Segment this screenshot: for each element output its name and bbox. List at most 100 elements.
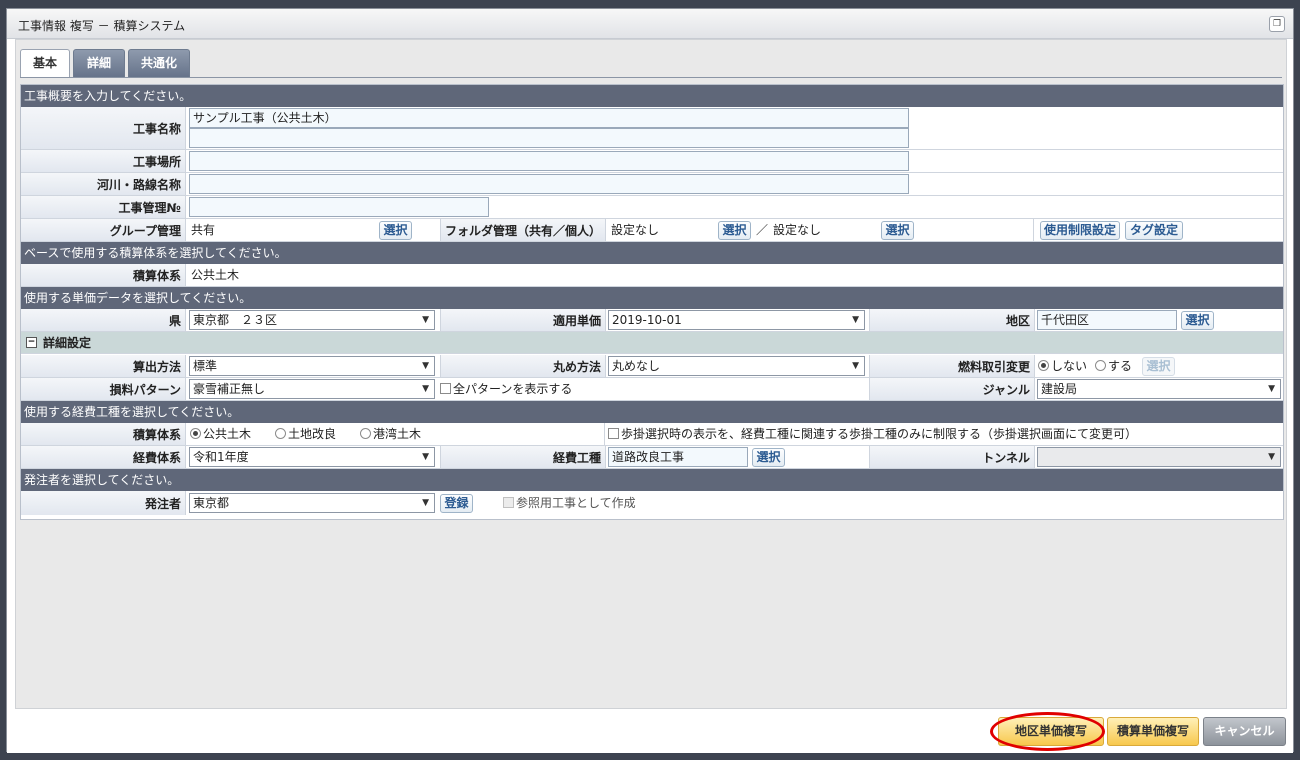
fuel-change-label: 燃料取引変更	[869, 355, 1035, 377]
construction-name-input-2[interactable]	[189, 128, 909, 148]
basic-form: 工事概要を入力してください。 工事名称 サンプル工事（公共土木） 工事場所 河川…	[20, 84, 1284, 520]
tab-detail[interactable]: 詳細	[73, 49, 125, 77]
chevron-down-icon: ▼	[422, 315, 429, 325]
site-label: 工事場所	[21, 150, 186, 172]
row-expense: 経費体系 令和1年度 ▼ 経費工種 道路改良工事 選択 トンネル ▼	[21, 446, 1283, 469]
row-mgmt-no: 工事管理№	[21, 196, 1283, 219]
expense-system-label: 経費体系	[21, 446, 186, 468]
orderer-register-button[interactable]: 登録	[440, 494, 473, 513]
detail-settings-header[interactable]: − 詳細設定	[21, 332, 1283, 354]
section-header-overview: 工事概要を入力してください。	[21, 85, 1283, 107]
tunnel-select[interactable]: ▼	[1037, 447, 1281, 467]
expense-type-select-button[interactable]: 選択	[752, 448, 785, 467]
window-title: 工事情報 複写 － 積算システム	[18, 19, 186, 33]
river-input[interactable]	[189, 174, 909, 194]
minus-box-icon[interactable]: −	[26, 337, 37, 348]
orderer-label: 発注者	[21, 491, 186, 515]
chevron-down-icon: ▼	[422, 361, 429, 371]
fuel-yes-label: する	[1108, 359, 1133, 373]
section-header-cost-type: 使用する経費工種を選択してください。	[21, 401, 1283, 423]
group-row-divider	[1033, 219, 1034, 241]
folder-personal-select-button[interactable]: 選択	[881, 221, 914, 240]
cost-row-divider	[604, 423, 605, 445]
apply-price-select[interactable]: 2019-10-01 ▼	[608, 310, 865, 330]
row-base-system: 積算体系 公共土木	[21, 264, 1283, 287]
construction-name-input[interactable]: サンプル工事（公共土木）	[189, 108, 909, 128]
dialog-content: 基本 詳細 共通化 工事概要を入力してください。 工事名称 サンプル工事（公共土…	[15, 39, 1287, 709]
section-header-orderer: 発注者を選択してください。	[21, 469, 1283, 491]
reference-label: 参照用工事として作成	[516, 496, 636, 510]
restrict-checkbox[interactable]	[608, 428, 619, 439]
row-construction-name: 工事名称 サンプル工事（公共土木）	[21, 107, 1283, 150]
base-system-label: 積算体系	[21, 264, 186, 286]
expense-type-label: 経費工種	[440, 446, 606, 468]
pref-select[interactable]: 東京都 ２３区 ▼	[189, 310, 435, 330]
expense-system-select[interactable]: 令和1年度 ▼	[189, 447, 435, 467]
calc-method-select[interactable]: 標準 ▼	[189, 356, 435, 376]
estimate-price-copy-button[interactable]: 積算単価複写	[1107, 717, 1199, 746]
reference-checkbox[interactable]	[503, 497, 514, 508]
loss-pattern-select[interactable]: 豪雪補正無し ▼	[189, 379, 435, 399]
cost-system-label: 積算体系	[21, 423, 186, 445]
folder-shared-select-button[interactable]: 選択	[718, 221, 751, 240]
cancel-button[interactable]: キャンセル	[1203, 717, 1286, 746]
chevron-down-icon: ▼	[422, 498, 429, 508]
section-header-unit-price: 使用する単価データを選択してください。	[21, 287, 1283, 309]
group-label: グループ管理	[21, 219, 186, 241]
chevron-down-icon: ▼	[852, 361, 859, 371]
genre-label: ジャンル	[869, 378, 1035, 400]
orderer-select[interactable]: 東京都 ▼	[189, 493, 435, 513]
system-radio-port[interactable]	[360, 428, 371, 439]
tab-common[interactable]: 共通化	[128, 49, 190, 77]
system-radio-public[interactable]	[190, 428, 201, 439]
restrict-label: 歩掛選択時の表示を、経費工種に関連する歩掛工種のみに制限する（歩掛選択画面にて変…	[621, 427, 1138, 441]
row-cost-system: 積算体系 公共土木 土地改良 港湾土木 歩掛選択時の表示を、経費工種に関連する歩…	[21, 423, 1283, 446]
chevron-down-icon: ▼	[1268, 384, 1275, 394]
loss-pattern-label: 損料パターン	[21, 378, 186, 400]
folder-personal-value: 設定なし	[773, 223, 822, 237]
rounding-select-value: 丸めなし	[612, 359, 661, 373]
system-option-land: 土地改良	[288, 427, 337, 441]
area-label: 地区	[869, 309, 1035, 331]
title-bar[interactable]: 工事情報 複写 － 積算システム ❐	[7, 9, 1293, 39]
row-orderer: 発注者 東京都 ▼ 登録 参照用工事として作成	[21, 491, 1283, 515]
mgmt-no-input[interactable]	[189, 197, 489, 217]
folder-shared-value: 設定なし	[611, 223, 660, 237]
usage-restriction-button[interactable]: 使用制限設定	[1040, 221, 1120, 240]
system-radio-land[interactable]	[275, 428, 286, 439]
group-select-button[interactable]: 選択	[379, 221, 412, 240]
fuel-no-label: しない	[1051, 359, 1088, 373]
chevron-down-icon: ▼	[422, 384, 429, 394]
area-input[interactable]: 千代田区	[1037, 310, 1177, 330]
apply-price-select-value: 2019-10-01	[612, 313, 682, 327]
fuel-select-button[interactable]: 選択	[1142, 357, 1175, 376]
chevron-down-icon: ▼	[852, 315, 859, 325]
orderer-select-value: 東京都	[193, 496, 230, 510]
highlight-circle-annotation	[990, 712, 1105, 751]
calc-method-select-value: 標準	[193, 359, 218, 373]
window-restore-icon[interactable]: ❐	[1269, 16, 1285, 32]
dialog-window: 工事情報 複写 － 積算システム ❐ 基本 詳細 共通化 工事概要を入力してくだ…	[6, 8, 1294, 753]
tab-basic[interactable]: 基本	[20, 49, 70, 78]
genre-select-value: 建設局	[1041, 382, 1078, 396]
row-group: グループ管理 共有 選択 フォルダ管理（共有／個人） 設定なし 選択 ／ 設定な…	[21, 219, 1283, 242]
fuel-yes-radio[interactable]	[1095, 360, 1106, 371]
site-input[interactable]	[189, 151, 909, 171]
all-pattern-checkbox[interactable]	[440, 383, 451, 394]
chevron-down-icon: ▼	[422, 452, 429, 462]
calc-method-label: 算出方法	[21, 355, 186, 377]
expense-type-input[interactable]: 道路改良工事	[608, 447, 748, 467]
fuel-no-radio[interactable]	[1038, 360, 1049, 371]
rounding-select[interactable]: 丸めなし ▼	[608, 356, 865, 376]
row-unit-price: 県 東京都 ２３区 ▼ 適用単価 2019-10-01 ▼ 地区 千代田区 選択	[21, 309, 1283, 332]
detail-settings-title: 詳細設定	[43, 336, 92, 350]
river-label: 河川・路線名称	[21, 173, 186, 195]
folder-label: フォルダ管理（共有／個人）	[440, 219, 606, 241]
area-select-button[interactable]: 選択	[1181, 311, 1214, 330]
tag-settings-button[interactable]: タグ設定	[1125, 221, 1183, 240]
mgmt-no-label: 工事管理№	[21, 196, 186, 218]
all-pattern-label: 全パターンを表示する	[453, 382, 573, 396]
tab-divider	[20, 77, 1282, 78]
genre-select[interactable]: 建設局 ▼	[1037, 379, 1281, 399]
tunnel-label: トンネル	[869, 446, 1035, 468]
